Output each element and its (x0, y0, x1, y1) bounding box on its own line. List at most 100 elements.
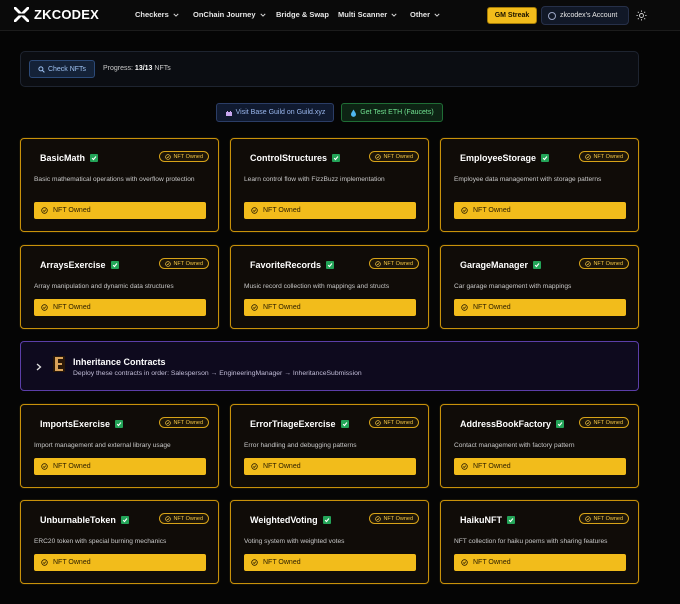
droplet-icon (351, 109, 357, 117)
nft-owned-button[interactable]: NFT Owned (34, 458, 206, 475)
inheritance-title: Inheritance Contracts (73, 357, 166, 367)
inheritance-contracts-row[interactable]: Inheritance Contracts Deploy these contr… (20, 341, 639, 391)
check-circle-icon (585, 153, 592, 160)
card-title-text: ImportsExercise (40, 419, 111, 429)
check-circle-icon (375, 153, 382, 160)
check-circle-icon (41, 463, 48, 470)
nft-owned-button[interactable]: NFT Owned (454, 299, 626, 316)
card-description: NFT collection for haiku poems with shar… (454, 538, 608, 545)
nav-onchain-journey-label: OnChain Journey (193, 10, 256, 19)
gm-streak-button[interactable]: GM Streak (487, 7, 537, 24)
card-description: Import management and external library u… (34, 442, 171, 449)
nft-owned-button[interactable]: NFT Owned (244, 202, 416, 219)
card-title-text: EmployeeStorage (460, 153, 537, 163)
check-circle-icon (375, 260, 382, 267)
checkmark-icon (340, 420, 349, 428)
nft-owned-button[interactable]: NFT Owned (34, 202, 206, 219)
checkmark-icon (322, 516, 331, 524)
base-guild-link-button[interactable]: Visit Base Guild on Guild.xyz (216, 103, 334, 122)
nft-card: ArraysExercise NFT Owned Array manipulatio… (20, 245, 219, 329)
account-button[interactable]: zkcodex's Account (541, 6, 629, 25)
check-circle-icon (165, 153, 172, 160)
nav-multi-scanner-label: Multi Scanner (338, 10, 388, 19)
nft-owned-button-label: NFT Owned (263, 559, 301, 566)
nft-owned-badge-label: NFT Owned (593, 515, 623, 522)
navbar: ZKCODEX Checkers OnChain Journey Bridge … (0, 0, 680, 31)
nft-owned-badge: NFT Owned (159, 513, 209, 524)
nft-owned-button-label: NFT Owned (473, 207, 511, 214)
account-avatar-icon (548, 11, 556, 20)
nft-owned-button[interactable]: NFT Owned (454, 554, 626, 571)
account-label: zkcodex's Account (560, 12, 618, 19)
card-description: Error handling and debugging patterns (244, 442, 357, 449)
checkmark-icon (120, 516, 129, 524)
chevron-down-icon (259, 13, 266, 17)
nft-owned-button[interactable]: NFT Owned (244, 458, 416, 475)
check-circle-icon (585, 260, 592, 267)
nft-owned-button-label: NFT Owned (473, 559, 511, 566)
card-title-text: BasicMath (40, 153, 86, 163)
nft-owned-button-label: NFT Owned (53, 304, 91, 311)
nft-owned-button[interactable]: NFT Owned (34, 299, 206, 316)
nav-other[interactable]: Other (410, 10, 440, 19)
nft-owned-badge: NFT Owned (579, 513, 629, 524)
card-description: Array manipulation and dynamic data stru… (34, 283, 174, 290)
check-circle-icon (375, 419, 382, 426)
check-nfts-button[interactable]: Check NFTs (29, 60, 95, 78)
checkmark-icon (115, 420, 124, 428)
faucet-link-button[interactable]: Get Test ETH (Faucets) (341, 103, 443, 122)
check-circle-icon (41, 304, 48, 311)
card-title-text: WeightedVoting (250, 515, 318, 525)
zkcodex-logo-icon (14, 7, 29, 22)
progress-text: Progress: 13/13 NFTs (103, 65, 171, 72)
nav-checkers-label: Checkers (135, 10, 169, 19)
checkmark-icon (541, 154, 550, 162)
nft-owned-badge-label: NFT Owned (383, 515, 413, 522)
check-circle-icon (251, 304, 258, 311)
check-circle-icon (165, 419, 172, 426)
nav-multi-scanner[interactable]: Multi Scanner (338, 10, 397, 19)
gm-streak-label: GM Streak (494, 12, 530, 19)
progress-label: Progress: (103, 65, 133, 72)
nft-card: GarageManager NFT Owned Car garage managem… (440, 245, 639, 329)
check-circle-icon (251, 207, 258, 214)
card-title-text: UnburnableToken (40, 515, 116, 525)
check-circle-icon (41, 207, 48, 214)
card-title: GarageManager (460, 260, 542, 270)
checkmark-icon (110, 261, 119, 269)
nft-owned-badge: NFT Owned (369, 258, 419, 269)
nft-owned-badge-label: NFT Owned (383, 260, 413, 267)
nft-owned-button-label: NFT Owned (473, 463, 511, 470)
card-title: HaikuNFT (460, 515, 516, 525)
nft-owned-button[interactable]: NFT Owned (454, 458, 626, 475)
nav-checkers[interactable]: Checkers (135, 10, 179, 19)
card-title: ArraysExercise (40, 260, 119, 270)
sun-icon[interactable] (636, 10, 647, 21)
card-title-text: AddressBookFactory (460, 419, 552, 429)
nft-owned-badge: NFT Owned (159, 258, 209, 269)
check-circle-icon (375, 515, 382, 522)
nav-onchain-journey[interactable]: OnChain Journey (193, 10, 266, 19)
nft-card: WeightedVoting NFT Owned Voting system wit… (230, 500, 429, 584)
nav-bridge-swap[interactable]: Bridge & Swap (276, 10, 329, 19)
card-description: Contact management with factory pattern (454, 442, 575, 449)
nft-owned-button-label: NFT Owned (263, 463, 301, 470)
nft-owned-button[interactable]: NFT Owned (244, 299, 416, 316)
chevron-right-icon (36, 363, 42, 371)
nft-owned-button[interactable]: NFT Owned (454, 202, 626, 219)
nft-owned-button[interactable]: NFT Owned (244, 554, 416, 571)
nft-card: UnburnableToken NFT Owned ERC20 token with… (20, 500, 219, 584)
card-description: Basic mathematical operations with overf… (34, 176, 195, 183)
logo[interactable]: ZKCODEX (14, 7, 99, 22)
check-circle-icon (585, 419, 592, 426)
check-circle-icon (165, 515, 172, 522)
nft-owned-button[interactable]: NFT Owned (34, 554, 206, 571)
card-title: ErrorTriageExercise (250, 419, 349, 429)
card-title: FavoriteRecords (250, 260, 335, 270)
check-circle-icon (461, 559, 468, 566)
nft-owned-badge: NFT Owned (369, 151, 419, 162)
nft-owned-button-label: NFT Owned (263, 304, 301, 311)
nft-owned-badge-label: NFT Owned (173, 260, 203, 267)
checkmark-icon (533, 261, 542, 269)
family-tree-icon (53, 356, 65, 372)
